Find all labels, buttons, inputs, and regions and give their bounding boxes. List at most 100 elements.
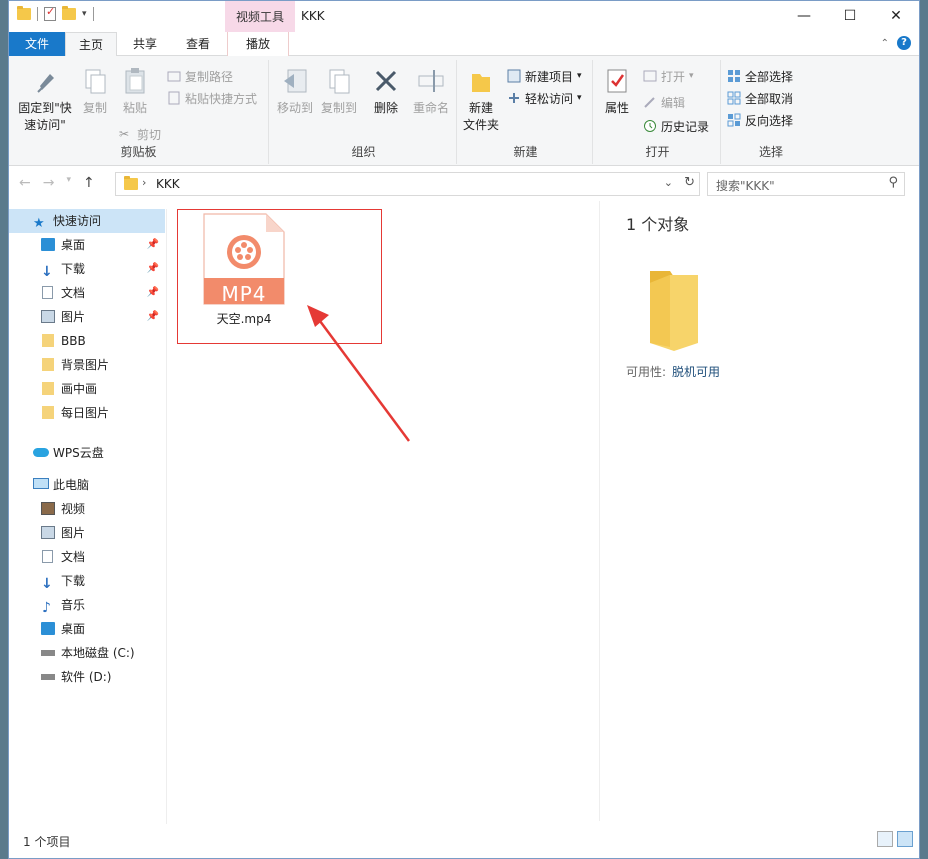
- chevron-down-icon[interactable]: ⌄: [664, 176, 673, 189]
- invert-selection-button[interactable]: 反向选择: [727, 110, 793, 130]
- cloud-icon: [33, 448, 49, 457]
- address-bar[interactable]: › KKK ⌄ ↻: [115, 172, 700, 196]
- folder-preview-icon: [650, 271, 698, 351]
- properties-icon[interactable]: [44, 5, 56, 21]
- file-list: MP4 天空.mp4: [177, 209, 597, 819]
- tab-file[interactable]: 文件: [9, 32, 65, 56]
- copy-path-button[interactable]: 复制路径: [167, 66, 233, 86]
- back-icon[interactable]: ←: [19, 175, 31, 191]
- easy-access-button[interactable]: 轻松访问 ▾: [507, 88, 582, 108]
- sidebar-item-bbb[interactable]: BBB: [9, 329, 165, 353]
- history-button[interactable]: 历史记录: [643, 116, 709, 136]
- sidebar-item-background-images[interactable]: 背景图片: [9, 353, 165, 377]
- new-group-label: 新建: [513, 145, 538, 159]
- invert-selection-label: 反向选择: [745, 113, 794, 128]
- folder-icon: [42, 406, 54, 419]
- search-placeholder: 搜索"KKK": [716, 179, 775, 193]
- open-button[interactable]: 打开 ▾: [643, 66, 694, 86]
- pin-icon[interactable]: 📌: [147, 233, 159, 257]
- navigation-pane: ★ 快速访问 桌面 📌 ↓ 下载 📌 文档 📌 图片 📌 BBB 背景图片 画中…: [9, 209, 167, 824]
- new-folder-icon[interactable]: [62, 6, 76, 20]
- sidebar-item-pc-desktop[interactable]: 桌面: [9, 617, 165, 641]
- sidebar-item-videos[interactable]: 视频: [9, 497, 165, 521]
- breadcrumb-separator-icon[interactable]: ›: [142, 176, 146, 189]
- minimize-button[interactable]: —: [781, 1, 827, 32]
- sidebar-item-label: 画中画: [61, 382, 98, 396]
- paste-button[interactable]: 粘贴: [117, 66, 153, 117]
- search-icon[interactable]: ⚲: [888, 175, 898, 190]
- select-all-button[interactable]: 全部选择: [727, 66, 793, 86]
- large-icons-view-icon[interactable]: [897, 831, 913, 847]
- new-item-button[interactable]: 新建项目 ▾: [507, 66, 582, 86]
- rename-icon: [416, 66, 446, 96]
- pin-icon[interactable]: 📌: [147, 305, 159, 329]
- folder-icon: [42, 358, 54, 371]
- search-input[interactable]: 搜索"KKK" ⚲: [707, 172, 905, 196]
- sidebar-item-local-disk-c[interactable]: 本地磁盘 (C:): [9, 641, 165, 665]
- easy-access-icon: [507, 91, 521, 105]
- sidebar-item-label: 文档: [61, 550, 86, 564]
- help-icon[interactable]: ?: [897, 36, 911, 50]
- rename-button[interactable]: 重命名: [409, 66, 453, 117]
- separator: [92, 7, 94, 21]
- move-to-button[interactable]: 移动到: [275, 66, 315, 117]
- sidebar-item-this-pc[interactable]: 此电脑: [9, 473, 165, 497]
- cut-button[interactable]: ✂ 剪切: [119, 124, 161, 144]
- sidebar-item-pc-pictures[interactable]: 图片: [9, 521, 165, 545]
- tab-view[interactable]: 查看: [173, 32, 223, 56]
- copy-to-button[interactable]: 复制到: [319, 66, 359, 117]
- rename-label: 重命名: [412, 101, 449, 115]
- sidebar-item-downloads[interactable]: ↓ 下载 📌: [9, 257, 165, 281]
- tab-play[interactable]: 播放: [227, 32, 289, 56]
- sidebar-item-label: 此电脑: [53, 478, 90, 492]
- move-to-label: 移动到: [276, 101, 313, 115]
- select-none-button[interactable]: 全部取消: [727, 88, 793, 108]
- sidebar-item-music[interactable]: ♪ 音乐: [9, 593, 165, 617]
- document-icon: [42, 550, 53, 563]
- sidebar-item-quick-access[interactable]: ★ 快速访问: [9, 209, 165, 233]
- navigation-bar: ← → ▾ ↑ › KKK ⌄ ↻ 搜索"KKK" ⚲: [9, 167, 919, 201]
- maximize-button[interactable]: ☐: [827, 1, 873, 32]
- properties-button[interactable]: 属性: [599, 66, 635, 117]
- recent-locations-icon[interactable]: ▾: [66, 175, 71, 191]
- picture-icon: [41, 526, 55, 539]
- tab-share[interactable]: 共享: [121, 32, 169, 56]
- pin-icon[interactable]: 📌: [147, 257, 159, 281]
- sidebar-item-documents[interactable]: 文档 📌: [9, 281, 165, 305]
- select-group-label: 选择: [758, 145, 783, 159]
- collapse-ribbon-icon[interactable]: ⌃: [881, 38, 889, 49]
- sidebar-item-label: BBB: [61, 334, 86, 348]
- breadcrumb[interactable]: KKK: [156, 177, 180, 191]
- sidebar-item-desktop[interactable]: 桌面 📌: [9, 233, 165, 257]
- sidebar-item-picture-in-picture[interactable]: 画中画: [9, 377, 165, 401]
- qat-dropdown-icon[interactable]: ▾: [82, 9, 87, 19]
- sidebar-item-daily-images[interactable]: 每日图片: [9, 401, 165, 425]
- edit-button[interactable]: 编辑: [643, 92, 685, 112]
- sidebar-item-software-d[interactable]: 软件 (D:): [9, 665, 165, 689]
- desktop-icon: [41, 238, 55, 251]
- forward-icon[interactable]: →: [43, 175, 55, 191]
- close-button[interactable]: ✕: [873, 1, 919, 32]
- invert-selection-icon: [727, 113, 741, 127]
- refresh-icon[interactable]: ↻: [684, 175, 695, 190]
- pin-to-quick-access-button[interactable]: 固定到"快 速访问": [15, 66, 75, 134]
- sidebar-item-pictures[interactable]: 图片 📌: [9, 305, 165, 329]
- delete-button[interactable]: 删除: [369, 66, 403, 117]
- details-view-icon[interactable]: [877, 831, 893, 847]
- status-bar: 1 个项目: [9, 829, 919, 851]
- copy-icon: [80, 66, 110, 96]
- paste-shortcut-button[interactable]: 粘贴快捷方式: [167, 88, 257, 108]
- copy-button[interactable]: 复制: [77, 66, 113, 117]
- sidebar-item-pc-downloads[interactable]: ↓ 下载: [9, 569, 165, 593]
- sidebar-item-pc-documents[interactable]: 文档: [9, 545, 165, 569]
- copy-path-icon: [167, 69, 181, 83]
- desktop-icon: [41, 622, 55, 635]
- select-none-label: 全部取消: [745, 91, 794, 106]
- up-icon[interactable]: ↑: [83, 175, 95, 191]
- tab-home[interactable]: 主页: [65, 32, 117, 56]
- new-folder-button[interactable]: 新建 文件夹: [459, 66, 503, 134]
- pin-icon[interactable]: 📌: [147, 281, 159, 305]
- open-group: 属性 打开 ▾ 编辑 历史记录 打开: [595, 60, 721, 164]
- sidebar-item-wps-cloud[interactable]: WPS云盘: [9, 441, 165, 465]
- sidebar-item-label: 每日图片: [61, 406, 110, 420]
